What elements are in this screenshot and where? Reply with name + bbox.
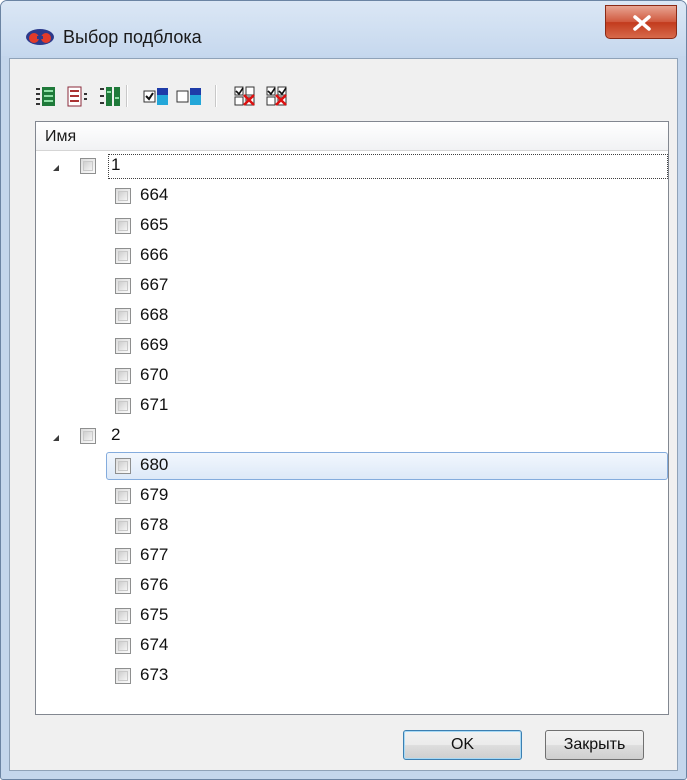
window-title: Выбор подблока [63, 27, 202, 47]
item-label: 668 [140, 305, 169, 324]
group-label: 2 [111, 425, 121, 444]
item-label: 678 [140, 515, 169, 534]
item-label: 665 [140, 215, 169, 234]
uncheck-selected-icon[interactable] [265, 85, 289, 107]
expand-checked-icon[interactable] [99, 85, 121, 107]
tree-item-row[interactable]: 669 [36, 332, 668, 360]
tree-item-row[interactable]: 675 [36, 602, 668, 630]
uncheck-all-icon[interactable] [176, 85, 202, 107]
title-bar[interactable]: Выбор подблока [1, 1, 686, 56]
tree-item-row[interactable]: 666 [36, 242, 668, 270]
tree-item-row-selected[interactable]: 680 [36, 452, 668, 480]
item-label: 679 [140, 485, 169, 504]
toolbar-separator [126, 85, 128, 107]
item-checkbox[interactable] [115, 218, 131, 234]
close-button[interactable]: Закрыть [545, 730, 644, 760]
item-checkbox[interactable] [115, 308, 131, 324]
expanded-triangle-icon[interactable] [53, 435, 59, 441]
item-checkbox[interactable] [115, 608, 131, 624]
expand-all-icon[interactable] [35, 85, 57, 107]
item-checkbox[interactable] [115, 188, 131, 204]
tree-item-row[interactable]: 668 [36, 302, 668, 330]
group-checkbox[interactable] [80, 428, 96, 444]
item-checkbox[interactable] [115, 248, 131, 264]
tree-item-row[interactable]: 664 [36, 182, 668, 210]
selection-highlight [106, 452, 668, 480]
item-label: 673 [140, 665, 169, 684]
tree-item-row[interactable]: 676 [36, 572, 668, 600]
group-label: 1 [111, 155, 121, 174]
tree-item-row[interactable]: 679 [36, 482, 668, 510]
toolbar-separator [215, 85, 217, 107]
item-label: 664 [140, 185, 169, 204]
tree-item-row[interactable]: 678 [36, 512, 668, 540]
tree-item-row[interactable]: 670 [36, 362, 668, 390]
item-label: 676 [140, 575, 169, 594]
check-all-icon[interactable] [143, 85, 169, 107]
item-label: 671 [140, 395, 169, 414]
collapse-all-icon[interactable] [67, 85, 89, 107]
item-checkbox[interactable] [115, 458, 131, 474]
close-icon [633, 15, 651, 31]
tree-item-row[interactable]: 673 [36, 662, 668, 690]
tree-item-row[interactable]: 677 [36, 542, 668, 570]
focus-rectangle [108, 154, 668, 179]
item-checkbox[interactable] [115, 668, 131, 684]
stereo-glasses-icon [26, 29, 54, 45]
item-label: 666 [140, 245, 169, 264]
item-label: 680 [140, 455, 169, 474]
item-checkbox[interactable] [115, 638, 131, 654]
dialog-client-area: Имя 1 664 665 666 667 668 669 670 671 2 … [9, 58, 678, 771]
item-checkbox[interactable] [115, 278, 131, 294]
item-checkbox[interactable] [115, 578, 131, 594]
item-label: 667 [140, 275, 169, 294]
tree-group-row[interactable]: 2 [36, 422, 668, 450]
item-label: 670 [140, 365, 169, 384]
item-label: 675 [140, 605, 169, 624]
check-selected-icon[interactable] [233, 85, 257, 107]
column-header-label: Имя [45, 128, 77, 145]
item-checkbox[interactable] [115, 488, 131, 504]
tree-item-row[interactable]: 667 [36, 272, 668, 300]
item-checkbox[interactable] [115, 338, 131, 354]
close-window-button[interactable] [605, 5, 677, 39]
group-checkbox[interactable] [80, 158, 96, 174]
ok-button[interactable]: OK [403, 730, 522, 760]
tree-item-row[interactable]: 671 [36, 392, 668, 420]
item-label: 677 [140, 545, 169, 564]
item-checkbox[interactable] [115, 518, 131, 534]
item-checkbox[interactable] [115, 368, 131, 384]
item-checkbox[interactable] [115, 398, 131, 414]
item-label: 669 [140, 335, 169, 354]
dialog-window: Выбор подблока Имя 1 664 665 666 667 668… [0, 0, 687, 780]
expanded-triangle-icon[interactable] [53, 165, 59, 171]
toolbar [10, 59, 677, 121]
tree-item-row[interactable]: 665 [36, 212, 668, 240]
subblock-tree[interactable]: Имя 1 664 665 666 667 668 669 670 671 2 … [35, 121, 669, 715]
item-checkbox[interactable] [115, 548, 131, 564]
tree-item-row[interactable]: 674 [36, 632, 668, 660]
item-label: 674 [140, 635, 169, 654]
tree-group-row[interactable]: 1 [36, 152, 668, 180]
column-header-name[interactable]: Имя [36, 122, 668, 151]
